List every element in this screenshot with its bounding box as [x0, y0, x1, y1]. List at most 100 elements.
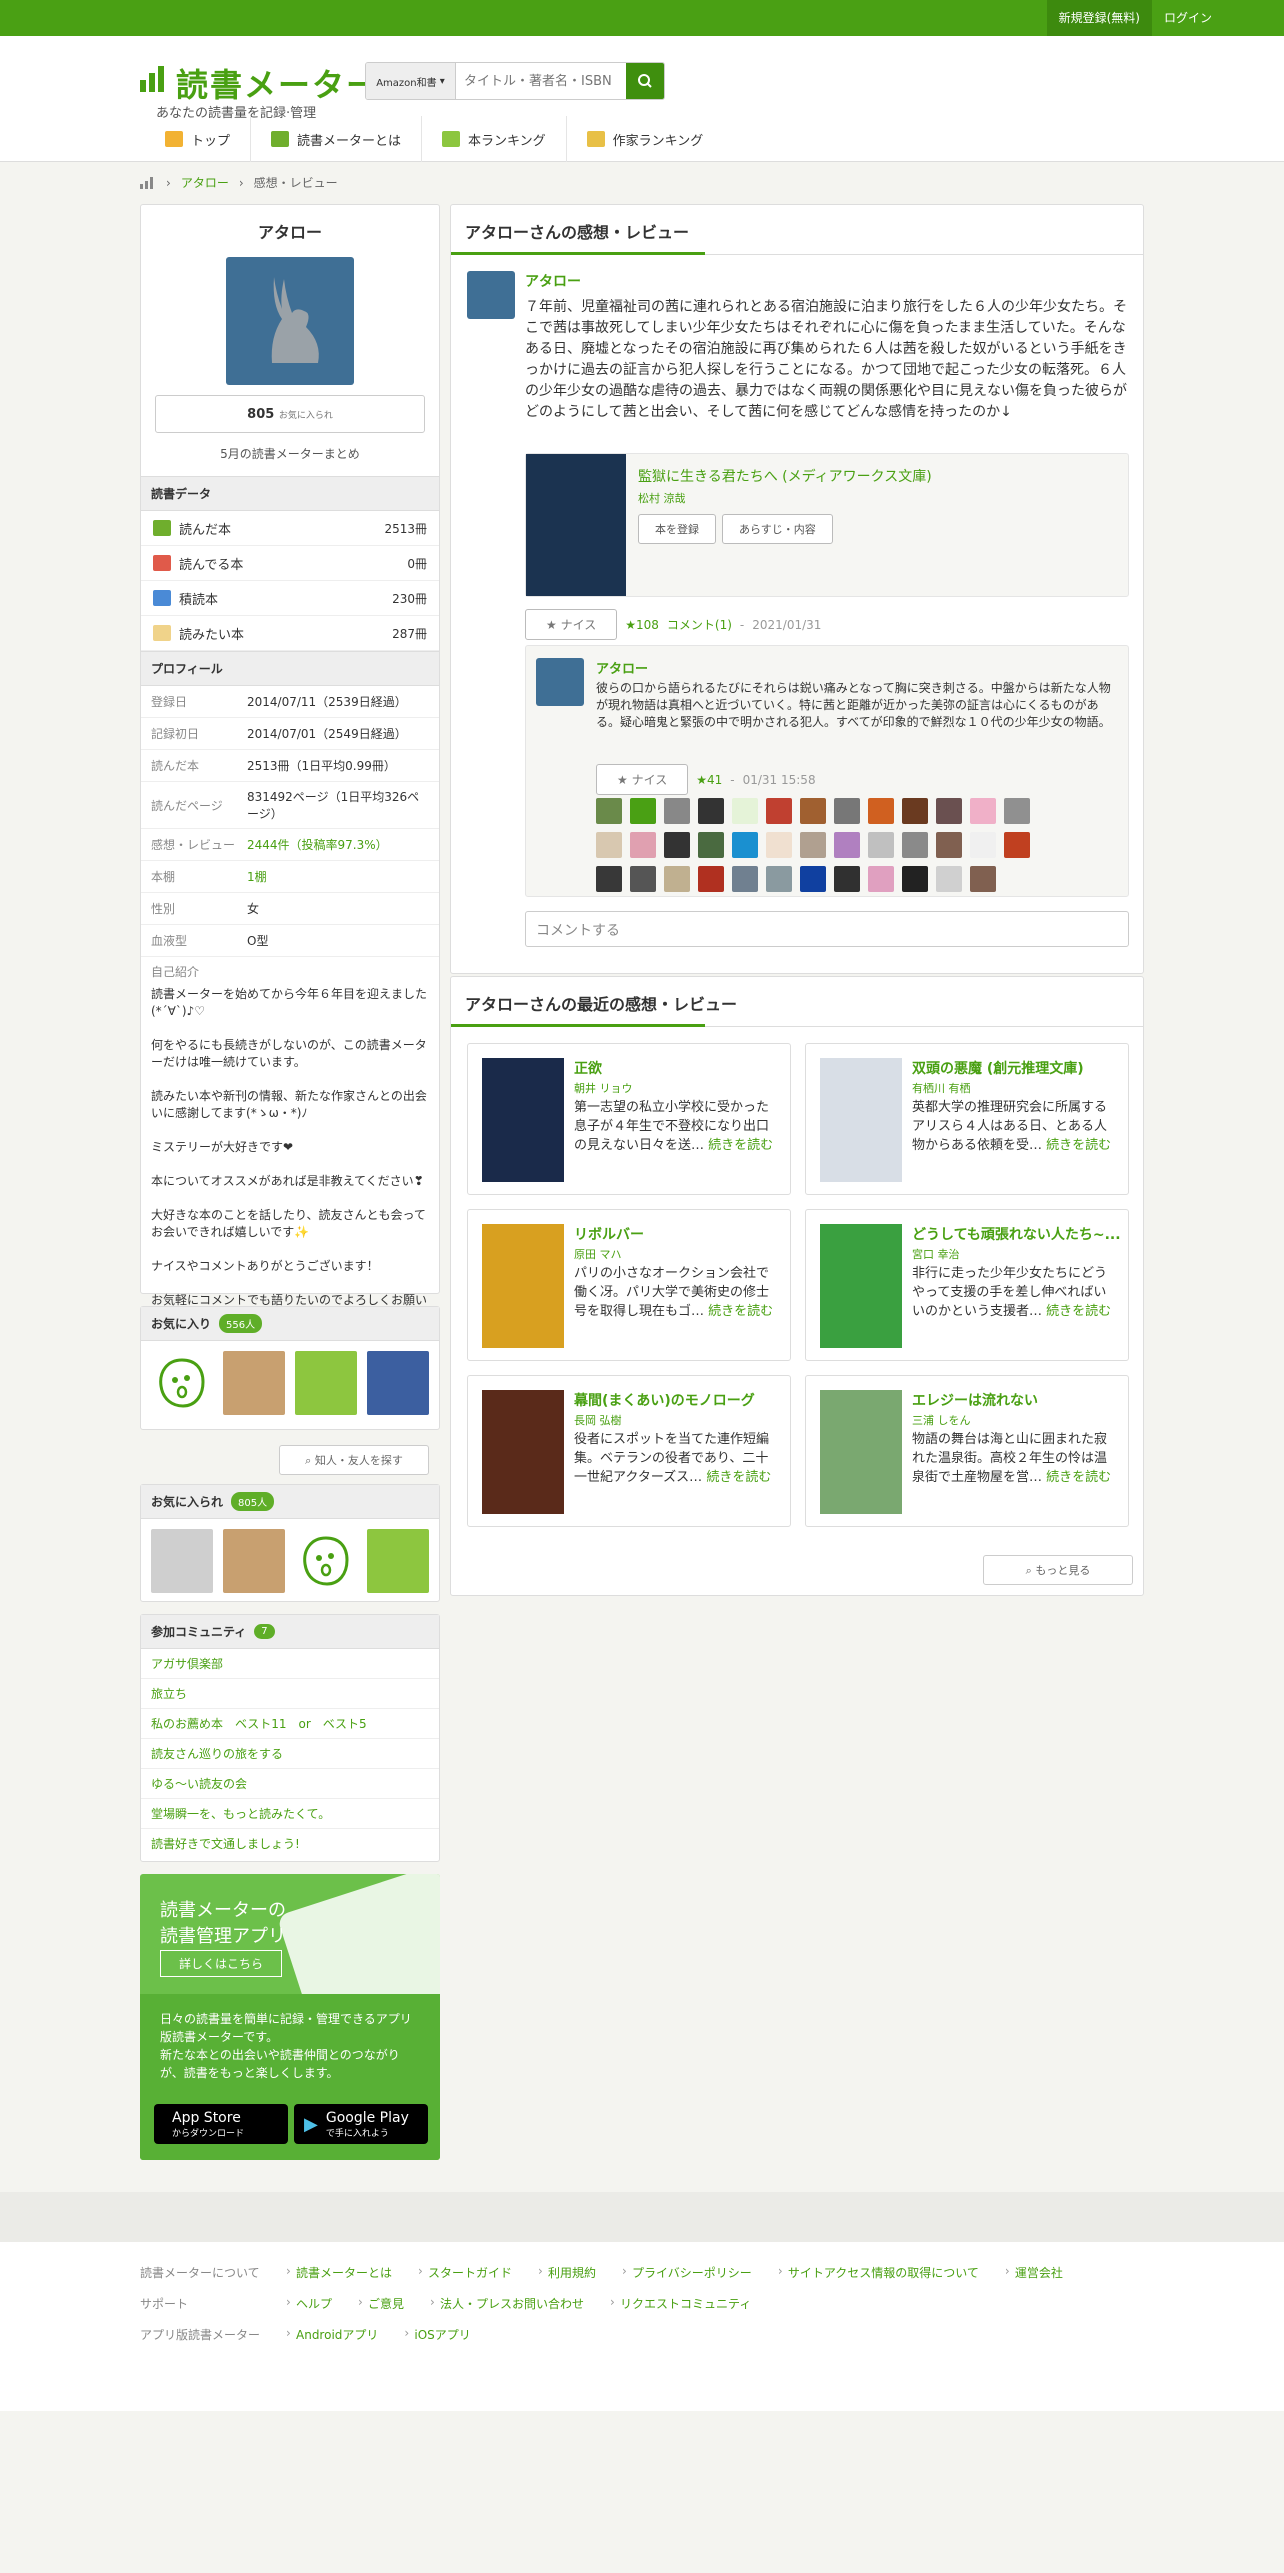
nice-user-avatar[interactable]	[698, 832, 724, 858]
nice-user-avatar[interactable]	[766, 798, 792, 824]
nice-user-avatar[interactable]	[834, 798, 860, 824]
friend-avatar[interactable]	[151, 1351, 213, 1415]
nice-count[interactable]: ★108	[625, 618, 659, 632]
community-item[interactable]: 読書好きで文通しましょう!	[141, 1829, 439, 1859]
nice-user-avatar[interactable]	[800, 832, 826, 858]
footer-link[interactable]: 法人・プレスお問い合わせ	[430, 2295, 584, 2312]
nice-user-avatar[interactable]	[868, 798, 894, 824]
search-input[interactable]	[456, 63, 626, 99]
nice-user-avatar[interactable]	[868, 866, 894, 892]
search-category-select[interactable]: Amazon和書 ▾	[366, 63, 456, 99]
read-more-link[interactable]: 続きを読む	[708, 1304, 773, 1319]
community-help-badge[interactable]: 7	[254, 1624, 275, 1639]
card-book-author[interactable]: 朝井 リョウ	[574, 1080, 633, 1096]
stat-read[interactable]: 読んだ本 2513冊	[141, 511, 439, 546]
community-item[interactable]: 私のお薦め本 ベスト11 or ベスト5	[141, 1709, 439, 1739]
comment-input[interactable]: コメントする	[525, 911, 1129, 947]
nice-user-avatar[interactable]	[732, 866, 758, 892]
nav-top[interactable]: トップ	[145, 116, 252, 162]
card-book-author[interactable]: 三浦 しをん	[912, 1412, 971, 1428]
nice-user-avatar[interactable]	[698, 866, 724, 892]
follower-avatar[interactable]	[295, 1529, 357, 1593]
commenter-name[interactable]: アタロー	[596, 658, 648, 677]
footer-link[interactable]: サイトアクセス情報の取得について	[778, 2264, 979, 2281]
read-more-link[interactable]: 続きを読む	[708, 1138, 773, 1153]
nice-user-avatar[interactable]	[664, 866, 690, 892]
comment-nice-count[interactable]: ★41	[696, 773, 722, 787]
nice-user-avatar[interactable]	[630, 798, 656, 824]
follower-avatar[interactable]	[151, 1529, 213, 1593]
book-summary-button[interactable]: あらすじ・内容	[722, 514, 833, 544]
card-book-author[interactable]: 原田 マハ	[574, 1246, 622, 1262]
footer-link[interactable]: ヘルプ	[286, 2295, 332, 2312]
nice-user-avatar[interactable]	[698, 798, 724, 824]
favorites-header[interactable]: お気に入り 556人	[141, 1307, 439, 1341]
read-more-link[interactable]: 続きを読む	[706, 1470, 771, 1485]
community-item[interactable]: ゆる～い読友の会	[141, 1769, 439, 1799]
nice-user-avatar[interactable]	[970, 832, 996, 858]
favorited-count-button[interactable]: 805 お気に入られ	[155, 395, 425, 433]
nice-user-avatar[interactable]	[732, 832, 758, 858]
card-book-author[interactable]: 有栖川 有栖	[912, 1080, 971, 1096]
card-book-title[interactable]: 正欲	[574, 1058, 784, 1078]
card-book-title[interactable]: どうしても頑張れない人たち~...	[912, 1224, 1122, 1244]
nice-user-avatar[interactable]	[630, 866, 656, 892]
book-cover[interactable]	[820, 1224, 902, 1348]
friend-avatar[interactable]	[295, 1351, 357, 1415]
nice-user-avatar[interactable]	[970, 798, 996, 824]
footer-link[interactable]: Androidアプリ	[286, 2326, 378, 2343]
nice-user-avatar[interactable]	[936, 866, 962, 892]
footer-link[interactable]: iOSアプリ	[404, 2326, 470, 2343]
nice-user-avatar[interactable]	[800, 798, 826, 824]
community-item[interactable]: 読友さん巡りの旅をする	[141, 1739, 439, 1769]
read-more-link[interactable]: 続きを読む	[1046, 1304, 1111, 1319]
nice-user-avatar[interactable]	[902, 832, 928, 858]
book-cover[interactable]	[482, 1058, 564, 1182]
nice-user-avatar[interactable]	[902, 798, 928, 824]
book-cover[interactable]	[482, 1390, 564, 1514]
footer-link[interactable]: スタートガイド	[418, 2264, 512, 2281]
register-book-button[interactable]: 本を登録	[638, 514, 716, 544]
book-cover[interactable]	[820, 1058, 902, 1182]
follower-avatar[interactable]	[223, 1529, 285, 1593]
card-book-author[interactable]: 長岡 弘樹	[574, 1412, 622, 1428]
nice-user-avatar[interactable]	[936, 798, 962, 824]
book-cover[interactable]	[820, 1390, 902, 1514]
read-more-link[interactable]: 続きを読む	[1046, 1138, 1111, 1153]
nice-user-avatar[interactable]	[868, 832, 894, 858]
nav-about[interactable]: 読書メーターとは	[251, 116, 423, 162]
nice-user-avatar[interactable]	[834, 866, 860, 892]
nice-user-avatar[interactable]	[596, 832, 622, 858]
friend-avatar[interactable]	[223, 1351, 285, 1415]
community-item[interactable]: アガサ倶楽部	[141, 1649, 439, 1679]
app-detail-button[interactable]: 詳しくはこちら	[160, 1950, 283, 1977]
login-link[interactable]: ログイン	[1152, 0, 1224, 36]
nav-author-ranking[interactable]: 作家ランキング	[567, 116, 724, 162]
nice-user-avatar[interactable]	[630, 832, 656, 858]
nice-user-avatar[interactable]	[970, 866, 996, 892]
book-cover[interactable]	[482, 1224, 564, 1348]
reviewer-avatar[interactable]	[467, 271, 515, 319]
nice-user-avatar[interactable]	[902, 866, 928, 892]
google-play-button[interactable]: ▶ Google Play で手に入れよう	[294, 2104, 428, 2144]
footer-link[interactable]: 運営会社	[1005, 2264, 1063, 2281]
breadcrumb-user[interactable]: アタロー	[181, 174, 229, 191]
avatar[interactable]	[226, 257, 354, 385]
community-item[interactable]: 旅立ち	[141, 1679, 439, 1709]
bookshelf-link[interactable]: 1棚	[247, 868, 429, 885]
register-link[interactable]: 新規登録(無料)	[1046, 0, 1152, 36]
community-item[interactable]: 堂場瞬一を、もっと読みたくて。	[141, 1799, 439, 1829]
footer-link[interactable]: 読書メーターとは	[286, 2264, 392, 2281]
nice-user-avatar[interactable]	[1004, 798, 1030, 824]
nice-user-avatar[interactable]	[766, 832, 792, 858]
follower-avatar[interactable]	[367, 1529, 429, 1593]
nice-user-avatar[interactable]	[936, 832, 962, 858]
comment-nice-button[interactable]: ★ ナイス	[596, 764, 689, 795]
card-book-title[interactable]: 幕間(まくあい)のモノローグ	[574, 1390, 784, 1410]
monthly-summary-link[interactable]: 5月の読書メーターまとめ	[141, 445, 439, 462]
comments-link[interactable]: コメント(1)	[667, 616, 732, 633]
search-button[interactable]	[626, 63, 664, 99]
nice-user-avatar[interactable]	[732, 798, 758, 824]
book-title[interactable]: 監獄に生きる君たちへ (メディアワークス文庫)	[638, 466, 932, 486]
stat-tsundoku[interactable]: 積読本 230冊	[141, 581, 439, 616]
